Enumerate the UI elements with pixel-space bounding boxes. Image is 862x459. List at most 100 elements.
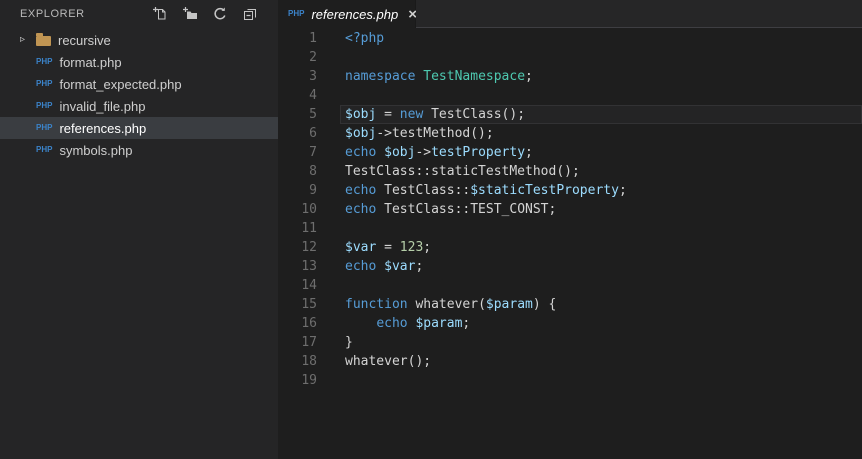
code-line-13: 13 echo $var; bbox=[278, 257, 862, 276]
code-line-14: 14 bbox=[278, 276, 862, 295]
file-label: invalid_file.php bbox=[59, 98, 146, 114]
token-txt: TestClass::staticTestMethod(); bbox=[345, 164, 580, 179]
tab-references-php[interactable]: PHP references.php × bbox=[278, 0, 417, 28]
php-file-icon: PHP bbox=[36, 57, 53, 66]
line-number: 3 bbox=[309, 69, 317, 84]
token-kw: echo bbox=[345, 202, 377, 217]
line-number: 13 bbox=[301, 259, 317, 274]
file-row-references.php[interactable]: PHP references.php bbox=[0, 117, 278, 139]
explorer-sidebar: EXPLORER ▹ recursive PHP format.php PHP … bbox=[0, 0, 278, 459]
code-text: whatever(); bbox=[345, 352, 431, 371]
file-row-format_expected.php[interactable]: PHP format_expected.php bbox=[0, 73, 278, 95]
new-file-icon[interactable] bbox=[152, 6, 168, 22]
php-file-icon: PHP bbox=[36, 145, 53, 154]
code-text: } bbox=[345, 333, 353, 352]
line-number: 17 bbox=[301, 335, 317, 350]
line-number: 5 bbox=[309, 107, 317, 122]
token-var: $obj bbox=[384, 145, 416, 160]
code-line-11: 11 bbox=[278, 219, 862, 238]
token-var: $obj bbox=[345, 107, 377, 122]
file-row-format.php[interactable]: PHP format.php bbox=[0, 51, 278, 73]
line-number: 10 bbox=[301, 202, 317, 217]
tab-label: references.php bbox=[311, 6, 399, 22]
file-row-invalid_file.php[interactable]: PHP invalid_file.php bbox=[0, 95, 278, 117]
token-kw: <?php bbox=[345, 31, 385, 46]
code-line-9: 9 echo TestClass::$staticTestProperty; bbox=[278, 181, 862, 200]
code-line-7: 7 echo $obj->testProperty; bbox=[278, 143, 862, 162]
code-text: echo TestClass::$staticTestProperty; bbox=[345, 181, 627, 200]
code-line-16: 16 echo $param; bbox=[278, 314, 862, 333]
tab-bar: PHP references.php × bbox=[278, 0, 862, 28]
token-kw: new bbox=[399, 107, 424, 122]
code-line-8: 8 TestClass::staticTestMethod(); bbox=[278, 162, 862, 181]
php-file-icon: PHP bbox=[36, 123, 53, 132]
code-line-2: 2 bbox=[278, 48, 862, 67]
line-number: 12 bbox=[301, 240, 317, 255]
token-txt: ; bbox=[618, 183, 627, 198]
file-tree: ▹ recursive PHP format.php PHP format_expecte… bbox=[0, 28, 278, 161]
code-line-1: 1 <?php bbox=[278, 29, 862, 48]
file-row-symbols.php[interactable]: PHP symbols.php bbox=[0, 139, 278, 161]
line-number: 8 bbox=[309, 164, 317, 179]
token-var: $param bbox=[485, 297, 533, 312]
folder-icon bbox=[36, 33, 51, 46]
token-txt: } bbox=[345, 335, 353, 350]
token-txt: TestClass(); bbox=[423, 107, 526, 122]
token-var: $var bbox=[384, 259, 416, 274]
file-label: recursive bbox=[58, 32, 111, 48]
tab-bar-empty-space bbox=[416, 0, 862, 28]
code-line-5: 5 $obj = new TestClass(); bbox=[278, 105, 862, 124]
chevron-right-icon[interactable]: ▹ bbox=[20, 35, 36, 45]
collapse-all-icon[interactable] bbox=[242, 6, 258, 22]
file-label: format.php bbox=[59, 54, 122, 70]
token-num: 123 bbox=[399, 240, 424, 255]
php-file-icon: PHP bbox=[36, 101, 53, 110]
token-kw: function bbox=[345, 297, 408, 312]
file-label: format_expected.php bbox=[59, 76, 182, 92]
code-text: echo $var; bbox=[345, 257, 423, 276]
token-txt: ; bbox=[525, 145, 533, 160]
token-var: $var bbox=[345, 240, 377, 255]
file-label: references.php bbox=[59, 120, 147, 136]
code-text: function whatever($param) { bbox=[345, 295, 556, 314]
code-line-15: 15 function whatever($param) { bbox=[278, 295, 862, 314]
code-text: $obj = new TestClass(); bbox=[345, 105, 525, 124]
token-txt: ) { bbox=[532, 297, 557, 312]
line-number: 15 bbox=[301, 297, 317, 312]
token-txt: ; bbox=[423, 240, 432, 255]
php-file-icon: PHP bbox=[288, 9, 305, 18]
php-file-icon: PHP bbox=[36, 79, 53, 88]
token-kw: echo bbox=[376, 316, 408, 331]
code-line-4: 4 bbox=[278, 86, 862, 105]
code-text: $var = 123; bbox=[345, 238, 431, 257]
code-line-10: 10 echo TestClass::TEST_CONST; bbox=[278, 200, 862, 219]
token-var: testProperty bbox=[431, 145, 526, 160]
line-number: 2 bbox=[309, 50, 317, 65]
token-txt: TestClass:: bbox=[376, 183, 471, 198]
line-number: 16 bbox=[301, 316, 317, 331]
line-number: 4 bbox=[309, 88, 317, 103]
code-line-19: 19 bbox=[278, 371, 862, 390]
file-row-recursive[interactable]: ▹ recursive bbox=[0, 29, 278, 51]
line-number: 19 bbox=[301, 373, 317, 388]
code-text: echo TestClass::TEST_CONST; bbox=[345, 200, 556, 219]
explorer-actions bbox=[152, 6, 258, 22]
line-number: 18 bbox=[301, 354, 317, 369]
explorer-header: EXPLORER bbox=[0, 0, 278, 28]
code-line-17: 17} bbox=[278, 333, 862, 352]
new-folder-icon[interactable] bbox=[182, 6, 198, 22]
token-txt: = bbox=[376, 240, 400, 255]
token-txt: ; bbox=[525, 69, 533, 84]
refresh-icon[interactable] bbox=[212, 6, 228, 22]
code-editor[interactable]: 1 <?php 2 3 namespace TestNamespace; 4 5 $obj =… bbox=[278, 28, 862, 459]
token-txt: -> bbox=[415, 145, 432, 160]
vscode-window: EXPLORER ▹ recursive PHP format.php PHP … bbox=[0, 0, 862, 459]
token-txt: whatever(); bbox=[345, 354, 432, 369]
code-line-12: 12 $var = 123; bbox=[278, 238, 862, 257]
line-number: 9 bbox=[309, 183, 317, 198]
token-var: $staticTestProperty bbox=[470, 183, 619, 198]
token-kw: echo bbox=[345, 183, 377, 198]
